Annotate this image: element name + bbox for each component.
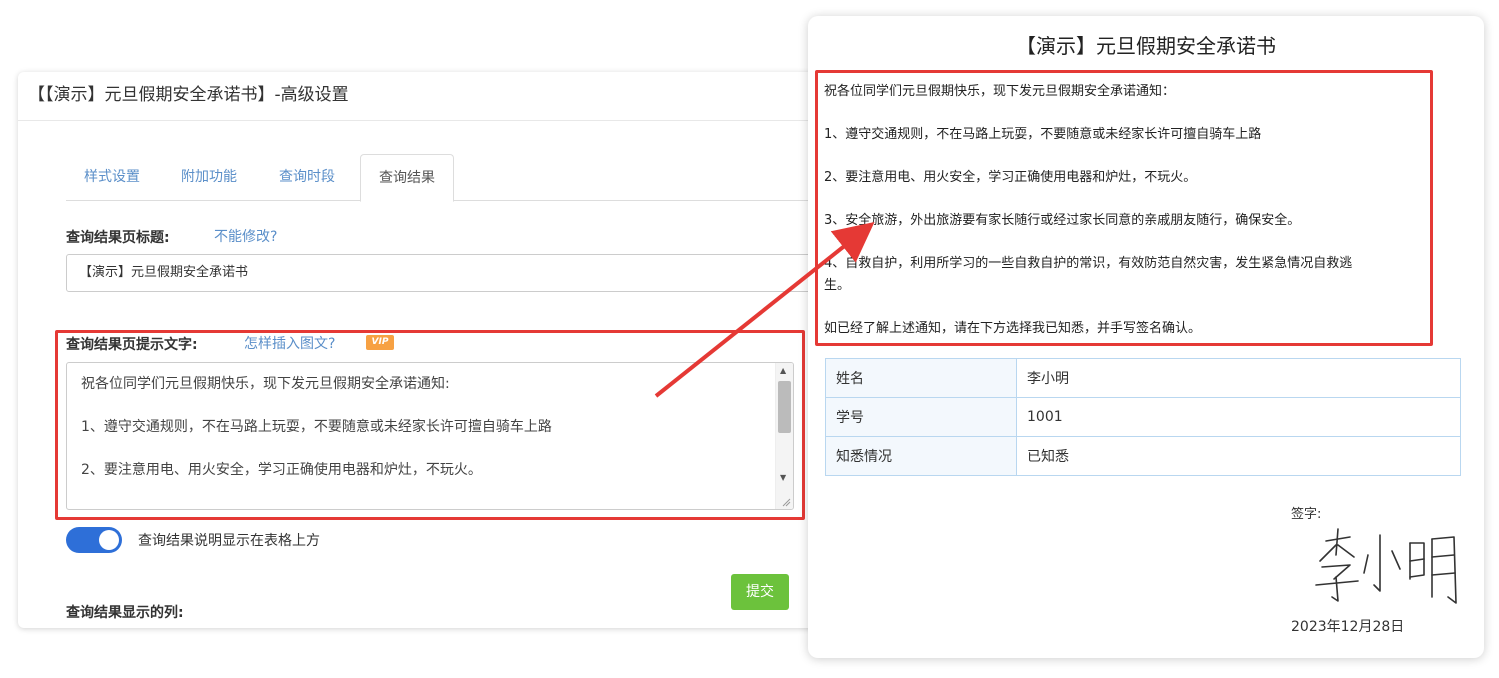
table-row: 姓名 李小明 xyxy=(825,358,1461,398)
table-key: 学号 xyxy=(825,397,1017,437)
table-row: 学号 1001 xyxy=(825,397,1461,437)
table-value: 李小明 xyxy=(1016,358,1461,398)
textarea-scrollbar[interactable]: ▲ ▼ xyxy=(775,363,793,509)
scroll-up-icon[interactable]: ▲ xyxy=(780,366,786,375)
vip-badge: VIP xyxy=(366,335,394,350)
tab-extra-features[interactable]: 附加功能 xyxy=(178,154,240,200)
table-value: 已知悉 xyxy=(1016,436,1461,476)
signature-date: 2023年12月28日 xyxy=(1291,619,1405,635)
toggle-knob xyxy=(99,530,119,550)
show-above-table-toggle[interactable] xyxy=(66,527,122,553)
notice-line: 3、安全旅游，外出旅游要有家长随行或经过家长同意的亲戚朋友随行，确保安全。 xyxy=(824,213,1301,228)
title-divider xyxy=(18,120,818,121)
result-preview-panel: 【演示】元旦假期安全承诺书 祝各位同学们元旦假期快乐，现下发元旦假期安全承诺通知… xyxy=(808,16,1484,658)
notice-line: 如已经了解上述通知，请在下方选择我已知悉，并手写签名确认。 xyxy=(824,321,1202,336)
submit-button[interactable]: 提交 xyxy=(731,574,789,610)
settings-title: 【【演示】元旦假期安全承诺书】-高级设置 xyxy=(28,85,349,105)
scroll-thumb[interactable] xyxy=(778,381,791,433)
result-table: 姓名 李小明 学号 1001 知悉情况 已知悉 xyxy=(825,358,1461,476)
resize-grip-icon[interactable] xyxy=(781,497,791,507)
tab-style-settings[interactable]: 样式设置 xyxy=(82,154,142,200)
highlight-box-right xyxy=(815,70,1433,346)
textarea-line: 祝各位同学们元旦假期快乐，现下发元旦假期安全承诺通知: xyxy=(81,376,450,392)
result-title-label: 查询结果页标题: xyxy=(66,230,170,246)
notice-line: 生。 xyxy=(824,278,851,293)
preview-title: 【演示】元旦假期安全承诺书 xyxy=(1016,34,1276,58)
tab-query-period[interactable]: 查询时段 xyxy=(276,154,338,200)
cannot-modify-link[interactable]: 不能修改? xyxy=(214,226,277,246)
handwritten-signature xyxy=(1315,528,1457,604)
notice-line: 4、自救自护，利用所学习的一些自救自护的常识，有效防范自然灾害，发生紧急情况自救… xyxy=(824,256,1353,271)
toggle-label: 查询结果说明显示在表格上方 xyxy=(138,533,320,549)
textarea-line: 1、遵守交通规则，不在马路上玩耍，不要随意或未经家长许可擅自骑车上路 xyxy=(81,419,552,435)
settings-tabs: 样式设置 附加功能 查询时段 查询结果 xyxy=(66,154,812,202)
table-row: 知悉情况 已知悉 xyxy=(825,436,1461,476)
prompt-text-label: 查询结果页提示文字: xyxy=(66,337,198,353)
table-key: 知悉情况 xyxy=(825,436,1017,476)
tab-query-result[interactable]: 查询结果 xyxy=(360,154,454,202)
result-columns-label: 查询结果显示的列: xyxy=(66,605,184,621)
notice-line: 2、要注意用电、用火安全，学习正确使用电器和炉灶，不玩火。 xyxy=(824,170,1197,185)
result-title-input[interactable]: 【演示】元旦假期安全承诺书 xyxy=(66,254,818,292)
settings-panel: 【【演示】元旦假期安全承诺书】-高级设置 样式设置 附加功能 查询时段 查询结果… xyxy=(18,72,818,628)
signature-label: 签字: xyxy=(1291,507,1322,522)
notice-line: 1、遵守交通规则，不在马路上玩耍，不要随意或未经家长许可擅自骑车上路 xyxy=(824,127,1262,142)
table-value: 1001 xyxy=(1016,397,1461,437)
textarea-line: 2、要注意用电、用火安全，学习正确使用电器和炉灶，不玩火。 xyxy=(81,462,482,478)
notice-line: 祝各位同学们元旦假期快乐，现下发元旦假期安全承诺通知： xyxy=(824,84,1176,99)
table-key: 姓名 xyxy=(825,358,1017,398)
prompt-text-textarea[interactable]: 祝各位同学们元旦假期快乐，现下发元旦假期安全承诺通知: 1、遵守交通规则，不在马… xyxy=(66,362,794,510)
how-to-insert-media-link[interactable]: 怎样插入图文? xyxy=(244,333,335,353)
scroll-down-icon[interactable]: ▼ xyxy=(780,473,786,482)
